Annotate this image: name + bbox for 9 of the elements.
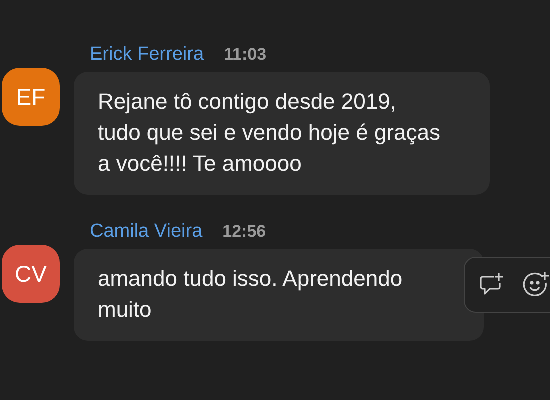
emoji-add-icon[interactable] [523, 271, 550, 299]
message-bubble: amando tudo isso. Aprendendo muito [74, 249, 484, 341]
author-name[interactable]: Camila Vieira [90, 221, 203, 243]
author-name[interactable]: Erick Ferreira [90, 44, 204, 66]
message-bubble: Rejane tô contigo desde 2019, tudo que sei e vendo hoje é graças a você!!!! Te amoooo [74, 72, 490, 195]
avatar[interactable]: EF [2, 68, 60, 126]
message-time: 12:56 [222, 222, 266, 242]
avatar[interactable]: CV [2, 245, 60, 303]
message-time: 11:03 [224, 45, 267, 65]
